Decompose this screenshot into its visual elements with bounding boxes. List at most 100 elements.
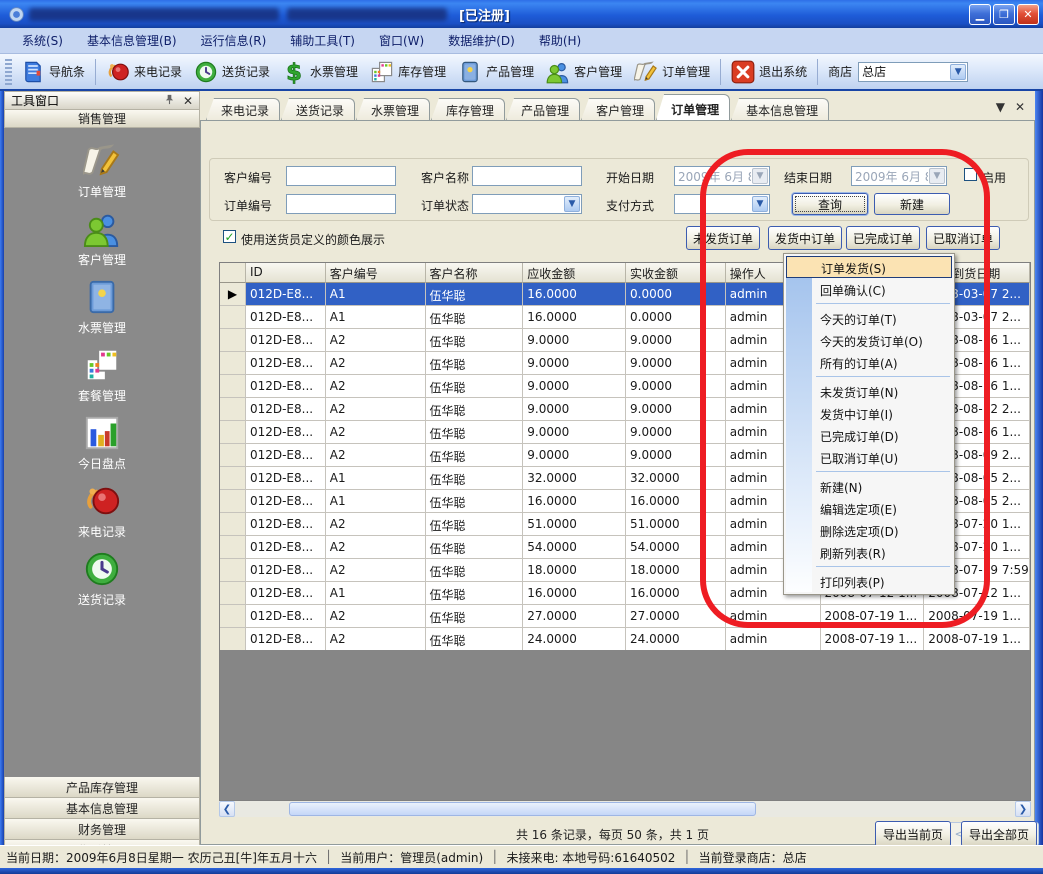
customer-name-input[interactable] [472, 166, 582, 186]
table-row[interactable]: 012D-E8...A2伍华聪24.000024.0000admin2008-0… [220, 628, 1030, 651]
sidebar-item-套餐管理[interactable]: 套餐管理 [78, 346, 126, 404]
customer-no-input[interactable] [286, 166, 396, 186]
enable-checkbox[interactable] [964, 168, 977, 181]
start-date-label: 开始日期 [606, 169, 654, 186]
statusbar-segment: 当前登录商店：总店 [699, 849, 807, 866]
toolbar-button-产品管理[interactable]: 产品管理 [452, 57, 540, 87]
tab-close-icon[interactable]: ✕ [1015, 100, 1025, 114]
menubar-item[interactable]: 辅助工具(T) [278, 28, 367, 53]
tab-产品管理[interactable]: 产品管理 [506, 98, 580, 120]
order-no-input[interactable] [286, 194, 396, 214]
close-button[interactable]: ✕ [1017, 4, 1039, 25]
toolbar-button-导航条[interactable]: 导航条 [15, 57, 91, 87]
table-cell: A2 [326, 513, 426, 536]
grid-column-header-应收金额[interactable]: 应收金额 [523, 263, 626, 283]
status-filter-button-已完成订单[interactable]: 已完成订单 [846, 226, 920, 250]
new-button[interactable]: 新建 [874, 193, 950, 215]
toolbar-button-来电记录[interactable]: 来电记录 [100, 57, 188, 87]
sidebar-item-今日盘点[interactable]: 今日盘点 [78, 414, 126, 472]
context-menu-item-未发货订单(N)[interactable]: 未发货订单(N) [784, 380, 954, 402]
end-date-picker[interactable]: 2009年 6月 8日 ▼ [851, 166, 947, 186]
export-current-page-button[interactable]: 导出当前页 [875, 821, 951, 847]
sidebar-section-产品库存管理[interactable]: 产品库存管理 [4, 777, 200, 798]
tab-list-dropdown-icon[interactable]: ▼ [996, 100, 1005, 114]
status-filter-button-已取消订单[interactable]: 已取消订单 [926, 226, 1000, 250]
context-menu-item-刷新列表(R)[interactable]: 刷新列表(R) [784, 541, 954, 563]
context-menu-item-订单发货(S)[interactable]: 订单发货(S) [786, 256, 952, 278]
context-menu-item-打印列表(P)[interactable]: 打印列表(P) [784, 570, 954, 592]
context-menu-item-今天的订单(T)[interactable]: 今天的订单(T) [784, 307, 954, 329]
menubar-item[interactable]: 系统(S) [10, 28, 75, 53]
card-icon [83, 278, 121, 316]
grid-column-header-客户名称[interactable]: 客户名称 [426, 263, 524, 283]
tab-水票管理[interactable]: 水票管理 [356, 98, 430, 120]
toolbar-button-库存管理[interactable]: 库存管理 [364, 57, 452, 87]
context-menu-item-已取消订单(U)[interactable]: 已取消订单(U) [784, 446, 954, 468]
menubar-item[interactable]: 基本信息管理(B) [75, 28, 189, 53]
sidebar-section-sales[interactable]: 销售管理 [4, 110, 200, 128]
menubar-item[interactable]: 运行信息(R) [189, 28, 279, 53]
toolbar-button-客户管理[interactable]: 客户管理 [540, 57, 628, 87]
tab-客户管理[interactable]: 客户管理 [581, 98, 655, 120]
sidebar-item-订单管理[interactable]: 订单管理 [78, 142, 126, 200]
context-menu-item-删除选定项(D)[interactable]: 删除选定项(D) [784, 519, 954, 541]
maximize-button[interactable]: ❐ [993, 4, 1015, 25]
minimize-button[interactable]: ▁ [969, 4, 991, 25]
tool-window-close-icon[interactable]: ✕ [183, 94, 193, 108]
delivery-color-checkbox[interactable]: ✓ [223, 230, 236, 243]
table-cell: 54.0000 [523, 536, 626, 559]
customer-name-label: 客户名称 [421, 169, 469, 186]
export-all-pages-button[interactable]: 导出全部页 [961, 821, 1037, 847]
order-state-select[interactable]: ▼ [472, 194, 582, 214]
context-menu-item-发货中订单(I)[interactable]: 发货中订单(I) [784, 402, 954, 424]
status-filter-button-未发货订单[interactable]: 未发货订单 [686, 226, 760, 250]
toolbar-button-水票管理[interactable]: $水票管理 [276, 57, 364, 87]
start-date-picker[interactable]: 2009年 6月 8日 ▼ [674, 166, 770, 186]
bell-icon [83, 482, 121, 520]
table-cell: 012D-E8... [246, 352, 326, 375]
menubar-item[interactable]: 帮助(H) [527, 28, 593, 53]
toolbar-button-退出系统[interactable]: 退出系统 [725, 57, 813, 87]
table-cell: 012D-E8... [246, 283, 326, 306]
context-menu-item-已完成订单(D)[interactable]: 已完成订单(D) [784, 424, 954, 446]
sidebar-item-水票管理[interactable]: 水票管理 [78, 278, 126, 336]
grid-column-header-实收金额[interactable]: 实收金额 [626, 263, 726, 283]
pay-method-select[interactable]: ▼ [674, 194, 770, 214]
tab-送货记录[interactable]: 送货记录 [281, 98, 355, 120]
table-cell: 012D-E8... [246, 559, 326, 582]
scroll-left-icon[interactable]: ❮ [219, 801, 235, 817]
table-cell: 伍华聪 [426, 605, 524, 628]
scrollbar-thumb[interactable] [289, 802, 756, 816]
sidebar-section-财务管理[interactable]: 财务管理 [4, 819, 200, 840]
grid-column-header-ID[interactable]: ID [246, 263, 326, 283]
order-pen-icon [634, 60, 658, 84]
shop-select[interactable]: 总店▼ [858, 62, 968, 82]
toolbar-button-送货记录[interactable]: 送货记录 [188, 57, 276, 87]
grid-column-header-客户编号[interactable]: 客户编号 [326, 263, 426, 283]
context-menu-item-编辑选定项(E)[interactable]: 编辑选定项(E) [784, 497, 954, 519]
toolbar-button-订单管理[interactable]: 订单管理 [628, 57, 716, 87]
table-row[interactable]: 012D-E8...A2伍华聪27.000027.0000admin2008-0… [220, 605, 1030, 628]
horizontal-scrollbar[interactable]: ❮ ❯ [219, 801, 1031, 817]
context-menu-item-所有的订单(A)[interactable]: 所有的订单(A) [784, 351, 954, 373]
query-button[interactable]: 查询 [792, 193, 868, 215]
context-menu-item-回单确认(C)[interactable]: 回单确认(C) [784, 278, 954, 300]
context-menu-item-新建(N)[interactable]: 新建(N) [784, 475, 954, 497]
sidebar-item-来电记录[interactable]: 来电记录 [78, 482, 126, 540]
pin-icon[interactable] [164, 94, 175, 105]
table-cell: 伍华聪 [426, 559, 524, 582]
table-cell: 012D-E8... [246, 605, 326, 628]
context-menu-item-今天的发货订单(O)[interactable]: 今天的发货订单(O) [784, 329, 954, 351]
status-filter-button-发货中订单[interactable]: 发货中订单 [768, 226, 842, 250]
sidebar-section-基本信息管理[interactable]: 基本信息管理 [4, 798, 200, 819]
menubar-item[interactable]: 数据维护(D) [436, 28, 527, 53]
sidebar-item-客户管理[interactable]: 客户管理 [78, 210, 126, 268]
tab-来电记录[interactable]: 来电记录 [206, 98, 280, 120]
sidebar-item-label: 客户管理 [78, 251, 126, 268]
tab-基本信息管理[interactable]: 基本信息管理 [731, 98, 829, 120]
tab-库存管理[interactable]: 库存管理 [431, 98, 505, 120]
scroll-right-icon[interactable]: ❯ [1015, 801, 1031, 817]
sidebar-item-送货记录[interactable]: 送货记录 [78, 550, 126, 608]
menubar-item[interactable]: 窗口(W) [367, 28, 436, 53]
tab-订单管理[interactable]: 订单管理 [656, 94, 730, 120]
